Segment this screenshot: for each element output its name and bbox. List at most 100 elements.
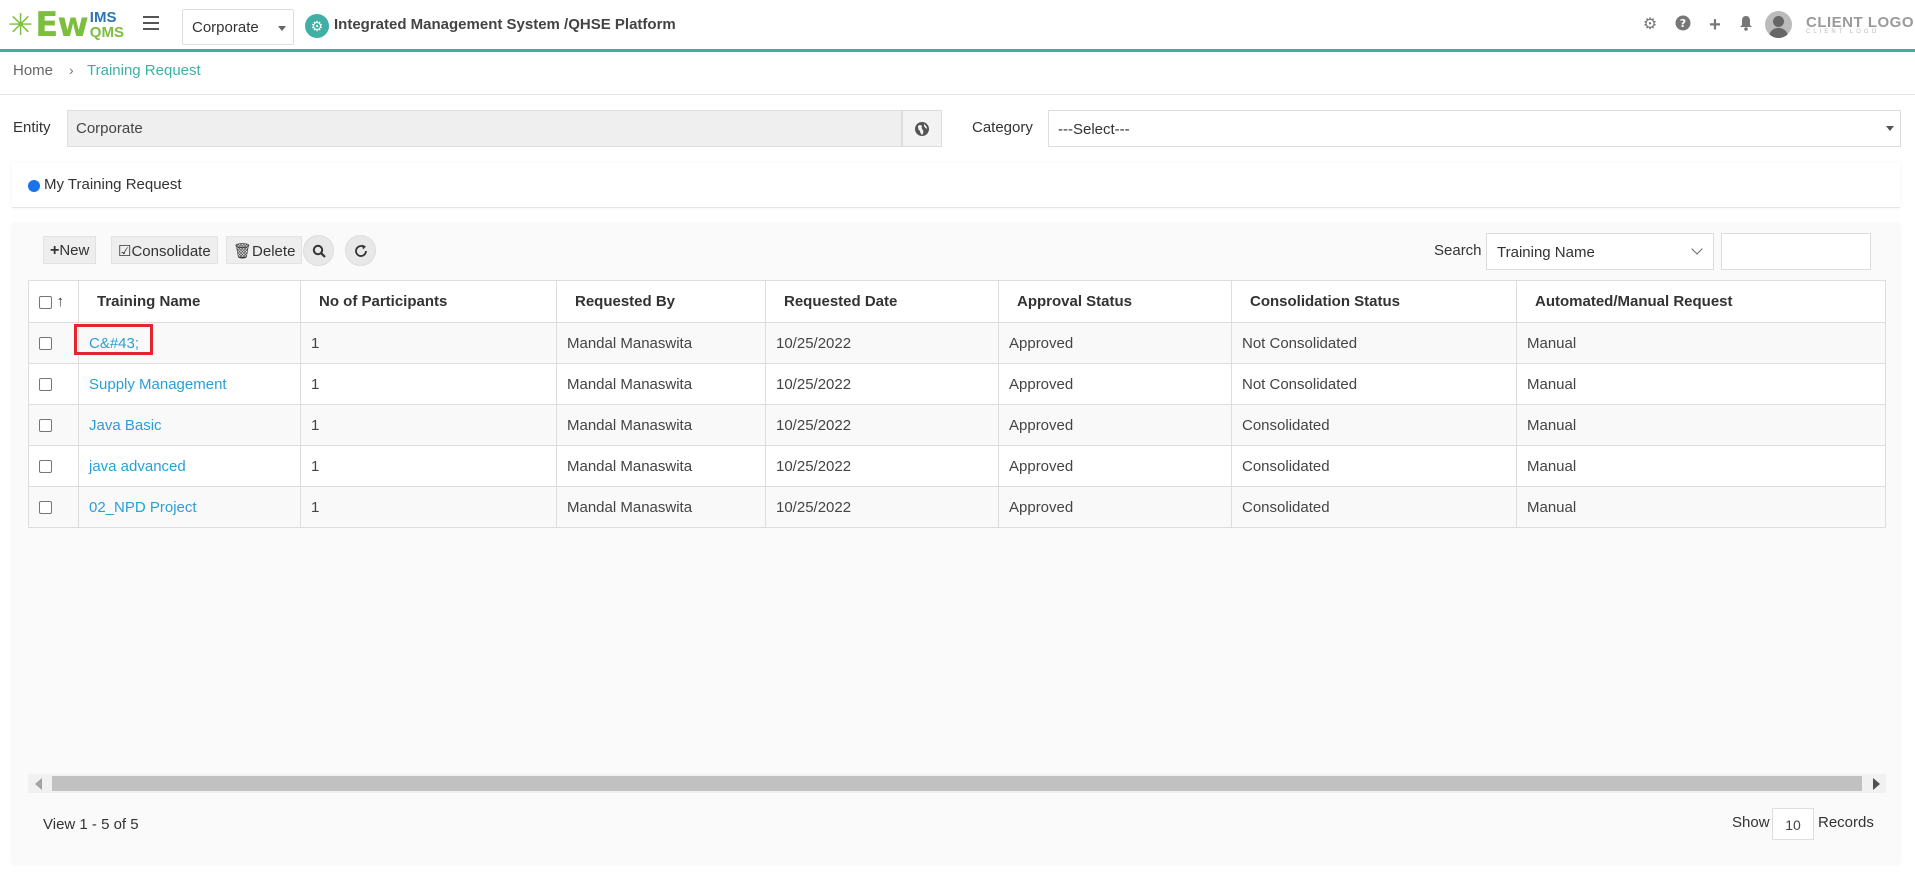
records-per-page-input[interactable]: 10 — [1772, 808, 1814, 840]
app-logo[interactable]: ✳ Ew IMS QMS — [8, 5, 124, 45]
breadcrumb-home-link[interactable]: Home — [13, 62, 53, 79]
cell-requested-by: Mandal Manaswita — [556, 445, 766, 487]
refresh-icon[interactable] — [345, 235, 376, 266]
pager-view-text: View 1 - 5 of 5 — [43, 816, 139, 833]
cell-consolidation-status: Not Consolidated — [1231, 363, 1517, 405]
select-all-checkbox[interactable] — [39, 295, 52, 309]
training-name-link[interactable]: C&#43; — [89, 335, 139, 352]
cell-approval-status: Approved — [998, 322, 1232, 364]
column-header[interactable]: Consolidation Status — [1231, 280, 1517, 323]
checkbox-icon: ☑ — [118, 243, 132, 260]
training-name-link[interactable]: 02_NPD Project — [89, 499, 197, 516]
entity-switcher-select[interactable]: Corporate — [182, 9, 294, 45]
horizontal-scrollbar[interactable] — [28, 774, 1886, 793]
consolidate-button-label: Consolidate — [131, 243, 211, 260]
entity-label: Entity — [13, 119, 51, 136]
row-spacer — [52, 322, 79, 364]
plus-icon[interactable]: + — [1705, 15, 1725, 35]
cell-requested-date: 10/25/2022 — [765, 445, 999, 487]
row-select-cell — [28, 486, 53, 528]
row-checkbox[interactable] — [39, 337, 52, 351]
svg-text:?: ? — [1680, 17, 1686, 30]
cell-requested-by: Mandal Manaswita — [556, 486, 766, 528]
cell-consolidation-status: Not Consolidated — [1231, 322, 1517, 364]
row-spacer — [52, 445, 79, 487]
plus-icon: + — [50, 242, 60, 259]
entity-field[interactable] — [67, 110, 902, 147]
row-select-cell — [28, 445, 53, 487]
row-select-cell — [28, 404, 53, 446]
column-header[interactable]: Requested By — [556, 280, 766, 323]
caret-down-icon — [1886, 126, 1894, 131]
table-header-row: ↑ Training Name No of Participants Reque… — [28, 280, 1886, 323]
search-icon[interactable] — [303, 235, 334, 266]
training-name-link[interactable]: java advanced — [89, 458, 186, 475]
scrollbar-thumb[interactable] — [52, 776, 1862, 791]
cell-consolidation-status: Consolidated — [1231, 445, 1517, 487]
row-checkbox[interactable] — [39, 419, 52, 433]
cell-approval-status: Approved — [998, 486, 1232, 528]
delete-button[interactable]: 🗑Delete — [226, 236, 303, 264]
scroll-right-arrow-icon[interactable] — [1873, 778, 1880, 790]
column-header[interactable]: Training Name — [78, 280, 301, 323]
table-row: Java Basic 1 Mandal Manaswita 10/25/2022… — [28, 404, 1886, 446]
cell-participants: 1 — [300, 445, 557, 487]
logo-star-icon: ✳ — [8, 8, 34, 42]
row-checkbox[interactable] — [39, 501, 52, 515]
gear-icon[interactable]: ⚙ — [1640, 15, 1660, 35]
consolidate-button[interactable]: ☑Consolidate — [111, 236, 218, 264]
cell-training-name: 02_NPD Project — [78, 486, 301, 528]
column-header[interactable]: No of Participants — [300, 280, 557, 323]
sort-arrow-icon[interactable]: ↑ — [52, 280, 79, 323]
column-header[interactable]: Requested Date — [765, 280, 999, 323]
cell-requested-by: Mandal Manaswita — [556, 363, 766, 405]
search-input[interactable] — [1721, 233, 1871, 270]
row-checkbox[interactable] — [39, 460, 52, 474]
cell-approval-status: Approved — [998, 404, 1232, 446]
breadcrumb-separator-icon: › — [69, 62, 74, 78]
user-avatar[interactable] — [1765, 11, 1792, 38]
table-row: java advanced 1 Mandal Manaswita 10/25/2… — [28, 445, 1886, 487]
cell-participants: 1 — [300, 404, 557, 446]
table-row: 02_NPD Project 1 Mandal Manaswita 10/25/… — [28, 486, 1886, 528]
chevron-down-icon — [1691, 243, 1703, 255]
status-dot-icon — [28, 180, 40, 192]
breadcrumb-current[interactable]: Training Request — [87, 62, 201, 79]
cell-training-name: Java Basic — [78, 404, 301, 446]
logo-ims-text: IMS — [89, 9, 117, 26]
category-select[interactable]: ---Select--- — [1048, 110, 1901, 147]
logo-qms-text: QMS — [89, 24, 124, 41]
table-row: Supply Management 1 Mandal Manaswita 10/… — [28, 363, 1886, 405]
cell-requested-date: 10/25/2022 — [765, 322, 999, 364]
logo-main-text: Ew — [35, 5, 89, 45]
row-checkbox[interactable] — [39, 378, 52, 392]
cell-training-name: C&#43; — [78, 322, 301, 364]
entity-switcher-value: Corporate — [192, 19, 259, 36]
pager-show-label: Show — [1732, 814, 1770, 831]
training-name-link[interactable]: Java Basic — [89, 417, 162, 434]
cell-requested-date: 10/25/2022 — [765, 486, 999, 528]
logo-stack: IMS QMS — [90, 10, 124, 40]
cell-participants: 1 — [300, 486, 557, 528]
trash-icon: 🗑 — [233, 243, 253, 260]
training-request-table: ↑ Training Name No of Participants Reque… — [28, 280, 1886, 528]
row-spacer — [52, 486, 79, 528]
cell-consolidation-status: Consolidated — [1231, 404, 1517, 446]
row-select-cell — [28, 322, 53, 364]
new-button-label: New — [59, 242, 90, 259]
training-name-link[interactable]: Supply Management — [89, 376, 227, 393]
new-button[interactable]: +New — [43, 236, 97, 264]
search-field-select[interactable]: Training Name — [1486, 233, 1714, 270]
hamburger-menu-icon[interactable] — [143, 16, 159, 30]
cell-participants: 1 — [300, 363, 557, 405]
delete-button-label: Delete — [252, 243, 296, 260]
search-field-value: Training Name — [1497, 244, 1595, 261]
help-icon[interactable]: ? — [1673, 15, 1693, 35]
column-header[interactable]: Approval Status — [998, 280, 1232, 323]
column-header[interactable]: Automated/Manual Request — [1516, 280, 1886, 323]
globe-icon[interactable] — [902, 110, 942, 147]
cell-requested-date: 10/25/2022 — [765, 404, 999, 446]
cell-training-name: Supply Management — [78, 363, 301, 405]
bell-icon[interactable] — [1736, 15, 1756, 35]
scroll-left-arrow-icon[interactable] — [35, 778, 42, 790]
